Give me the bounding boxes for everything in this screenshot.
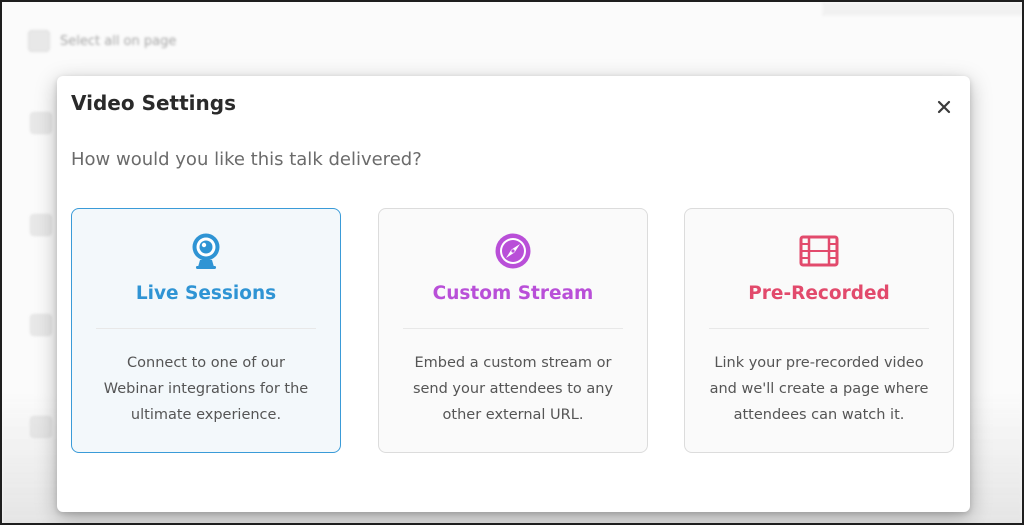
select-all-row[interactable]: Select all on page bbox=[28, 30, 176, 52]
option-title: Live Sessions bbox=[135, 283, 277, 304]
description-line: ultimate experience. bbox=[130, 407, 282, 423]
card-divider bbox=[709, 328, 929, 329]
option-title: Custom Stream bbox=[432, 283, 594, 304]
option-card-custom-stream[interactable]: Custom Stream Embed a custom stream or s… bbox=[378, 208, 648, 453]
background-topbar bbox=[822, 2, 1022, 16]
description-line: Link your pre-recorded video bbox=[714, 355, 924, 371]
modal-title: Video Settings bbox=[71, 91, 236, 115]
select-all-label: Select all on page bbox=[60, 33, 177, 49]
description-line: other external URL. bbox=[442, 407, 584, 423]
description-line: Embed a custom stream or bbox=[414, 355, 612, 371]
description-line: Connect to one of our bbox=[127, 355, 285, 371]
description-line: attendees can watch it. bbox=[733, 407, 905, 423]
option-card-pre-recorded[interactable]: Pre-Recorded Link your pre-recorded vide… bbox=[684, 208, 954, 453]
screen-frame: Select all on page Video Settings How wo… bbox=[0, 0, 1024, 525]
option-description: Link your pre-recorded video and we'll c… bbox=[703, 350, 935, 428]
row-checkbox[interactable] bbox=[30, 214, 52, 236]
description-line: Webinar integrations for the bbox=[103, 381, 309, 397]
webcam-icon bbox=[186, 231, 226, 271]
select-all-checkbox[interactable] bbox=[28, 30, 50, 52]
delivery-question: How would you like this talk delivered? bbox=[71, 149, 422, 170]
compass-icon bbox=[493, 231, 533, 271]
option-description: Connect to one of our Webinar integratio… bbox=[90, 350, 322, 428]
card-divider bbox=[403, 328, 623, 329]
option-description: Embed a custom stream or send your atten… bbox=[397, 350, 629, 428]
description-line: send your attendees to any bbox=[412, 381, 614, 397]
video-settings-modal: Video Settings How would you like this t… bbox=[57, 76, 970, 512]
option-card-live-sessions[interactable]: Live Sessions Connect to one of our Webi… bbox=[71, 208, 341, 453]
row-checkbox[interactable] bbox=[30, 314, 52, 336]
film-icon bbox=[799, 231, 839, 271]
close-button[interactable] bbox=[933, 96, 955, 118]
close-icon bbox=[937, 100, 951, 114]
card-divider bbox=[96, 328, 316, 329]
row-checkbox[interactable] bbox=[30, 112, 52, 134]
option-title: Pre-Recorded bbox=[748, 283, 890, 304]
description-line: and we'll create a page where bbox=[709, 381, 929, 397]
